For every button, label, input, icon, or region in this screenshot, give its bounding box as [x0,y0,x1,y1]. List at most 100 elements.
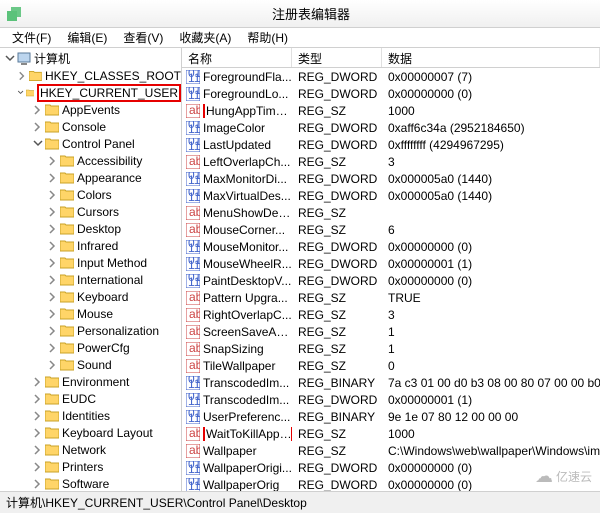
tree-pane[interactable]: 计算机 HKEY_CLASSES_ROOT HKEY_CURRENT_USER … [0,48,182,491]
menu-favorites[interactable]: 收藏夹(A) [171,27,239,48]
chevron-right-icon[interactable] [32,410,43,421]
tree-hkcu[interactable]: HKEY_CURRENT_USER [0,84,181,101]
value-name: WaitToKillApp... [203,427,292,441]
values-pane[interactable]: 名称 类型 数据 ForegroundFla...REG_DWORD0x0000… [182,48,600,491]
value-icon [186,104,200,118]
chevron-right-icon[interactable] [47,308,58,319]
chevron-right-icon[interactable] [47,325,58,336]
tree-console[interactable]: Console [0,118,181,135]
chevron-down-icon[interactable] [17,87,24,98]
tree-item[interactable]: Sound [0,356,181,373]
tree-item[interactable]: Software [0,475,181,491]
value-row[interactable]: SnapSizingREG_SZ1 [182,340,600,357]
tree-item[interactable]: Colors [0,186,181,203]
folder-icon [60,172,74,184]
value-name: LeftOverlapCh... [203,155,292,169]
value-row[interactable]: ForegroundFla...REG_DWORD0x00000007 (7) [182,68,600,85]
chevron-right-icon[interactable] [32,104,43,115]
tree-item[interactable]: Mouse [0,305,181,322]
tree-label: PowerCfg [77,341,130,355]
tree-item[interactable]: Personalization [0,322,181,339]
tree-item[interactable]: Desktop [0,220,181,237]
value-row[interactable]: MouseWheelR...REG_DWORD0x00000001 (1) [182,255,600,272]
value-icon [186,376,200,390]
value-row[interactable]: WaitToKillApp...REG_SZ1000 [182,425,600,442]
chevron-right-icon[interactable] [32,427,43,438]
menu-edit[interactable]: 编辑(E) [59,27,115,48]
value-row[interactable]: MouseMonitor...REG_DWORD0x00000000 (0) [182,238,600,255]
value-type: REG_DWORD [292,138,382,152]
folder-icon [45,104,59,116]
chevron-right-icon[interactable] [47,257,58,268]
tree-hkcr[interactable]: HKEY_CLASSES_ROOT [0,67,181,84]
value-row[interactable]: WallpaperREG_SZC:\Windows\web\wallpaper\… [182,442,600,459]
menu-file[interactable]: 文件(F) [4,27,59,48]
chevron-down-icon[interactable] [32,138,43,149]
tree-item[interactable]: Environment [0,373,181,390]
col-name[interactable]: 名称 [182,48,292,67]
value-row[interactable]: ForegroundLo...REG_DWORD0x00000000 (0) [182,85,600,102]
value-row[interactable]: Pattern Upgra...REG_SZTRUE [182,289,600,306]
tree-item[interactable]: International [0,271,181,288]
value-row[interactable]: RightOverlapC...REG_SZ3 [182,306,600,323]
tree-appevents[interactable]: AppEvents [0,101,181,118]
chevron-right-icon[interactable] [47,223,58,234]
chevron-right-icon[interactable] [32,393,43,404]
folder-icon [60,342,74,354]
tree-item[interactable]: Appearance [0,169,181,186]
chevron-right-icon[interactable] [47,291,58,302]
chevron-right-icon[interactable] [47,240,58,251]
value-row[interactable]: HungAppTime...REG_SZ1000 [182,102,600,119]
value-row[interactable]: MouseCorner...REG_SZ6 [182,221,600,238]
value-name: TranscodedIm... [203,393,292,407]
tree-item[interactable]: Cursors [0,203,181,220]
tree-label: Mouse [77,307,113,321]
tree-item[interactable]: Keyboard Layout [0,424,181,441]
value-row[interactable]: LeftOverlapCh...REG_SZ3 [182,153,600,170]
chevron-right-icon[interactable] [47,189,58,200]
value-name: TileWallpaper [203,359,292,373]
tree-item[interactable]: Keyboard [0,288,181,305]
col-type[interactable]: 类型 [292,48,382,67]
value-row[interactable]: TranscodedIm...REG_DWORD0x00000001 (1) [182,391,600,408]
tree-item[interactable]: Accessibility [0,152,181,169]
menu-view[interactable]: 查看(V) [115,27,171,48]
tree-item[interactable]: Network [0,441,181,458]
tree-item[interactable]: Infrared [0,237,181,254]
value-row[interactable]: MenuShowDelayREG_SZ [182,204,600,221]
chevron-right-icon[interactable] [32,121,43,132]
tree-controlpanel[interactable]: Control Panel [0,135,181,152]
value-type: REG_BINARY [292,376,382,390]
chevron-right-icon[interactable] [32,478,43,489]
chevron-right-icon[interactable] [47,172,58,183]
chevron-down-icon[interactable] [4,53,15,64]
value-data: 3 [382,308,600,322]
chevron-right-icon[interactable] [17,70,27,81]
chevron-right-icon[interactable] [47,206,58,217]
tree-item[interactable]: EUDC [0,390,181,407]
value-row[interactable]: MaxMonitorDi...REG_DWORD0x000005a0 (1440… [182,170,600,187]
value-row[interactable]: TileWallpaperREG_SZ0 [182,357,600,374]
value-row[interactable]: LastUpdatedREG_DWORD0xffffffff (42949672… [182,136,600,153]
value-type: REG_SZ [292,444,382,458]
chevron-right-icon[interactable] [47,342,58,353]
tree-item[interactable]: PowerCfg [0,339,181,356]
chevron-right-icon[interactable] [47,359,58,370]
chevron-right-icon[interactable] [32,461,43,472]
tree-root[interactable]: 计算机 [0,50,181,67]
chevron-right-icon[interactable] [47,155,58,166]
value-row[interactable]: PaintDesktopV...REG_DWORD0x00000000 (0) [182,272,600,289]
menu-help[interactable]: 帮助(H) [239,27,296,48]
tree-item[interactable]: Identities [0,407,181,424]
value-row[interactable]: MaxVirtualDes...REG_DWORD0x000005a0 (144… [182,187,600,204]
value-row[interactable]: TranscodedIm...REG_BINARY7a c3 01 00 d0 … [182,374,600,391]
value-row[interactable]: ScreenSaveActi...REG_SZ1 [182,323,600,340]
chevron-right-icon[interactable] [32,444,43,455]
col-data[interactable]: 数据 [382,48,600,67]
tree-item[interactable]: Printers [0,458,181,475]
chevron-right-icon[interactable] [47,274,58,285]
value-row[interactable]: ImageColorREG_DWORD0xaff6c34a (295218465… [182,119,600,136]
chevron-right-icon[interactable] [32,376,43,387]
tree-item[interactable]: Input Method [0,254,181,271]
value-row[interactable]: UserPreferenc...REG_BINARY9e 1e 07 80 12… [182,408,600,425]
